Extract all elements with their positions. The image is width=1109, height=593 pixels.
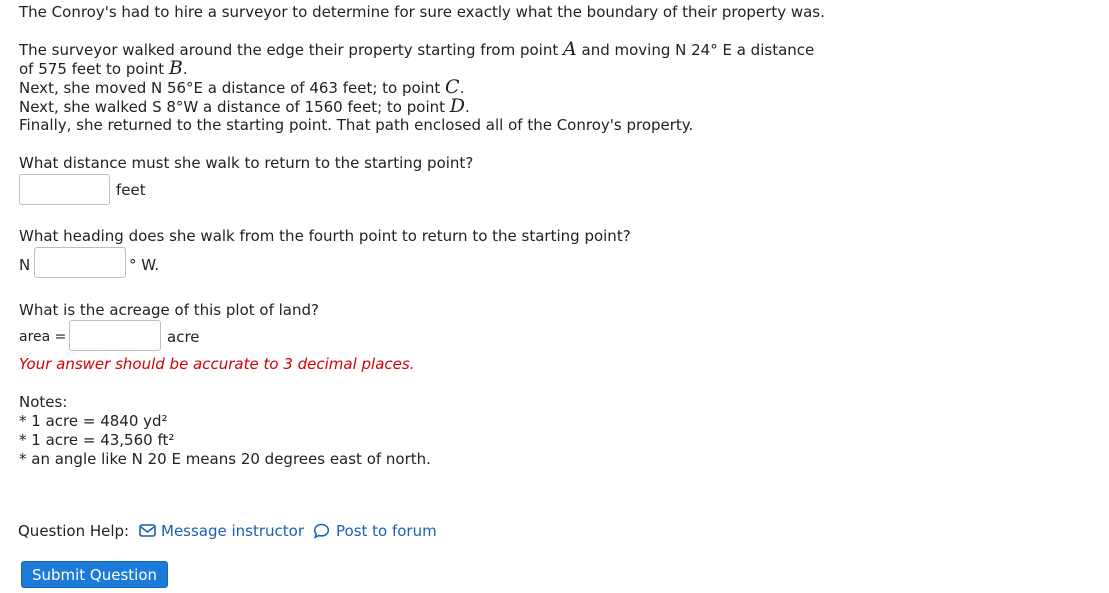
distance-answer-input[interactable]: [19, 174, 110, 205]
problem-line-3: Next, she moved N 56°E a distance of 463…: [19, 78, 464, 98]
problem-line-3-pre: Next, she moved N 56°E a distance of 463…: [19, 79, 446, 97]
heading-prompt: What heading does she walk from the four…: [19, 227, 631, 245]
distance-prompt: What distance must she walk to return to…: [19, 154, 474, 172]
problem-line-4: Next, she walked S 8°W a distance of 156…: [19, 97, 470, 117]
problem-line-4-pre: Next, she walked S 8°W a distance of 156…: [19, 98, 450, 116]
acreage-answer-input[interactable]: [69, 320, 161, 351]
point-d-label: D: [449, 95, 466, 117]
note-item: * 1 acre = 4840 yd²: [19, 412, 168, 430]
problem-line-5: Finally, she returned to the starting po…: [19, 116, 694, 134]
envelope-icon: [139, 523, 156, 542]
acreage-prompt: What is the acreage of this plot of land…: [19, 301, 319, 319]
problem-line-2-pre: of 575 feet to point: [19, 60, 169, 78]
area-prefix-label: area =: [19, 329, 67, 345]
distance-unit-label: feet: [116, 181, 146, 199]
heading-answer-input[interactable]: [34, 247, 126, 278]
intro-text: The Conroy's had to hire a surveyor to d…: [19, 3, 825, 21]
speech-bubble-icon: [313, 523, 330, 543]
problem-line-1-post: and moving N 24° E a distance: [576, 41, 815, 59]
point-a-label: A: [563, 38, 577, 60]
note-item: * an angle like N 20 E means 20 degrees …: [19, 450, 431, 468]
problem-line-2: of 575 feet to point B.: [19, 59, 188, 79]
heading-prefix-label: N: [19, 256, 31, 274]
heading-suffix-label: ° W.: [129, 256, 160, 274]
post-to-forum-link[interactable]: Post to forum: [336, 522, 437, 541]
notes-title: Notes:: [19, 393, 68, 411]
problem-line-1-pre: The surveyor walked around the edge thei…: [19, 41, 564, 59]
point-b-label: B: [168, 57, 183, 79]
submit-question-button[interactable]: Submit Question: [21, 561, 168, 588]
problem-line-2-post: .: [182, 60, 188, 78]
question-help-label: Question Help:: [18, 522, 130, 540]
precision-warning: Your answer should be accurate to 3 deci…: [19, 355, 415, 373]
message-instructor-link[interactable]: Message instructor: [161, 522, 304, 541]
note-item: * 1 acre = 43,560 ft²: [19, 431, 175, 449]
problem-line-1: The surveyor walked around the edge thei…: [19, 40, 814, 60]
problem-line-4-post: .: [465, 98, 470, 116]
acreage-unit-label: acre: [167, 328, 200, 346]
